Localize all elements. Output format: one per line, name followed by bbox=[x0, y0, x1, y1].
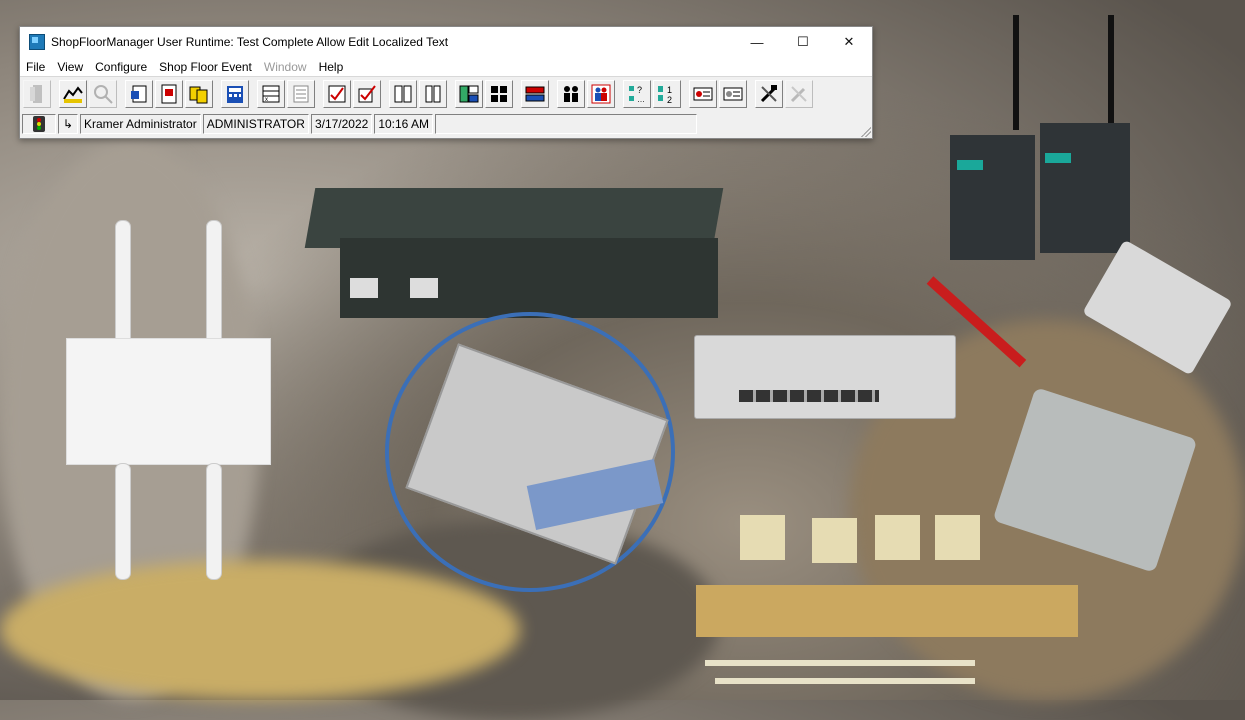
menu-help[interactable]: Help bbox=[313, 60, 350, 74]
svg-text:1: 1 bbox=[667, 85, 672, 95]
server-icon bbox=[525, 86, 545, 102]
document-icon bbox=[131, 85, 147, 103]
network-switch-image bbox=[694, 335, 956, 419]
resize-grip[interactable] bbox=[861, 127, 871, 137]
moxa-nport-image bbox=[945, 15, 1135, 260]
zoom-icon bbox=[94, 85, 113, 104]
dashboard-icon bbox=[459, 85, 479, 103]
grid-icon: x bbox=[262, 85, 280, 103]
checklist-2-button[interactable] bbox=[353, 80, 381, 108]
people-button[interactable] bbox=[557, 80, 585, 108]
columns-icon bbox=[394, 85, 412, 103]
list-button[interactable] bbox=[287, 80, 315, 108]
menu-view[interactable]: View bbox=[51, 60, 89, 74]
status-bar: ↳ Kramer Administrator ADMINISTRATOR 3/1… bbox=[20, 111, 872, 137]
tools-disabled-icon bbox=[790, 86, 807, 103]
calculator-icon bbox=[227, 86, 243, 103]
people-2-button[interactable] bbox=[587, 80, 615, 108]
app-window: ShopFloorManager User Runtime: Test Comp… bbox=[19, 26, 873, 139]
people-icon bbox=[564, 86, 578, 102]
checklist-icon bbox=[328, 85, 346, 103]
status-role: ADMINISTRATOR bbox=[202, 114, 309, 134]
card-2-icon bbox=[723, 87, 743, 101]
status-time: 10:16 AM bbox=[374, 114, 434, 134]
columns-2-button[interactable] bbox=[419, 80, 447, 108]
checklist-2-icon bbox=[358, 85, 376, 103]
status-date: 3/17/2022 bbox=[310, 114, 373, 134]
dashboard-button[interactable] bbox=[455, 80, 483, 108]
traffic-light-indicator bbox=[22, 114, 56, 134]
calculator-button[interactable] bbox=[221, 80, 249, 108]
cable-tester-image bbox=[380, 312, 690, 592]
menu-bar: File View Configure Shop Floor Event Win… bbox=[20, 57, 872, 76]
layout-button[interactable] bbox=[485, 80, 513, 108]
app-icon bbox=[29, 34, 45, 50]
exit-icon bbox=[30, 85, 42, 103]
svg-text:?: ? bbox=[637, 85, 642, 95]
svg-text:…: … bbox=[637, 95, 645, 104]
title-bar[interactable]: ShopFloorManager User Runtime: Test Comp… bbox=[20, 27, 872, 57]
adhesive-strip-image bbox=[696, 585, 1078, 637]
people-2-icon bbox=[591, 84, 611, 104]
zoom-button[interactable] bbox=[89, 80, 117, 108]
maximize-button[interactable]: ☐ bbox=[780, 27, 826, 57]
chart-button[interactable] bbox=[59, 80, 87, 108]
cable-tie-mounts-image bbox=[740, 515, 985, 563]
grid-button[interactable]: x bbox=[257, 80, 285, 108]
return-arrow-icon: ↳ bbox=[62, 117, 74, 131]
status-empty bbox=[435, 114, 698, 134]
server-button[interactable] bbox=[521, 80, 549, 108]
copies-icon bbox=[189, 86, 208, 104]
cable-tie-2-image bbox=[715, 678, 975, 684]
exit-button[interactable] bbox=[23, 80, 51, 108]
card-button[interactable] bbox=[689, 80, 717, 108]
card-icon bbox=[693, 87, 713, 101]
copies-button[interactable] bbox=[185, 80, 213, 108]
menu-shop-floor-event[interactable]: Shop Floor Event bbox=[153, 60, 258, 74]
tools-button[interactable] bbox=[755, 80, 783, 108]
serial-device-server-image bbox=[304, 188, 724, 323]
window-title: ShopFloorManager User Runtime: Test Comp… bbox=[51, 35, 449, 49]
chart-icon bbox=[63, 86, 83, 103]
columns-button[interactable] bbox=[389, 80, 417, 108]
cable-tie-image bbox=[705, 660, 975, 666]
tools-disabled-button[interactable] bbox=[785, 80, 813, 108]
svg-text:x: x bbox=[265, 97, 268, 103]
columns-2-icon bbox=[425, 85, 441, 103]
tools-icon bbox=[760, 85, 777, 103]
close-button[interactable]: ✕ bbox=[826, 27, 872, 57]
login-indicator[interactable]: ↳ bbox=[58, 114, 78, 134]
traffic-light-icon bbox=[33, 116, 45, 132]
number-button[interactable]: 12 bbox=[653, 80, 681, 108]
menu-configure[interactable]: Configure bbox=[89, 60, 153, 74]
document-button[interactable] bbox=[125, 80, 153, 108]
toolbar: x ?… 12 bbox=[20, 76, 872, 111]
menu-file[interactable]: File bbox=[20, 60, 51, 74]
status-user: Kramer Administrator bbox=[80, 114, 201, 134]
minimize-button[interactable]: — bbox=[734, 27, 780, 57]
question-button[interactable]: ?… bbox=[623, 80, 651, 108]
layout-icon bbox=[491, 86, 507, 102]
list-icon bbox=[293, 85, 309, 103]
card-2-button[interactable] bbox=[719, 80, 747, 108]
checklist-button[interactable] bbox=[323, 80, 351, 108]
number-icon: 12 bbox=[658, 85, 672, 105]
menu-window[interactable]: Window bbox=[258, 60, 313, 74]
report-icon bbox=[161, 84, 177, 104]
svg-text:2: 2 bbox=[667, 95, 672, 105]
access-point-image bbox=[60, 220, 275, 580]
question-icon: ?… bbox=[629, 85, 645, 104]
report-button[interactable] bbox=[155, 80, 183, 108]
